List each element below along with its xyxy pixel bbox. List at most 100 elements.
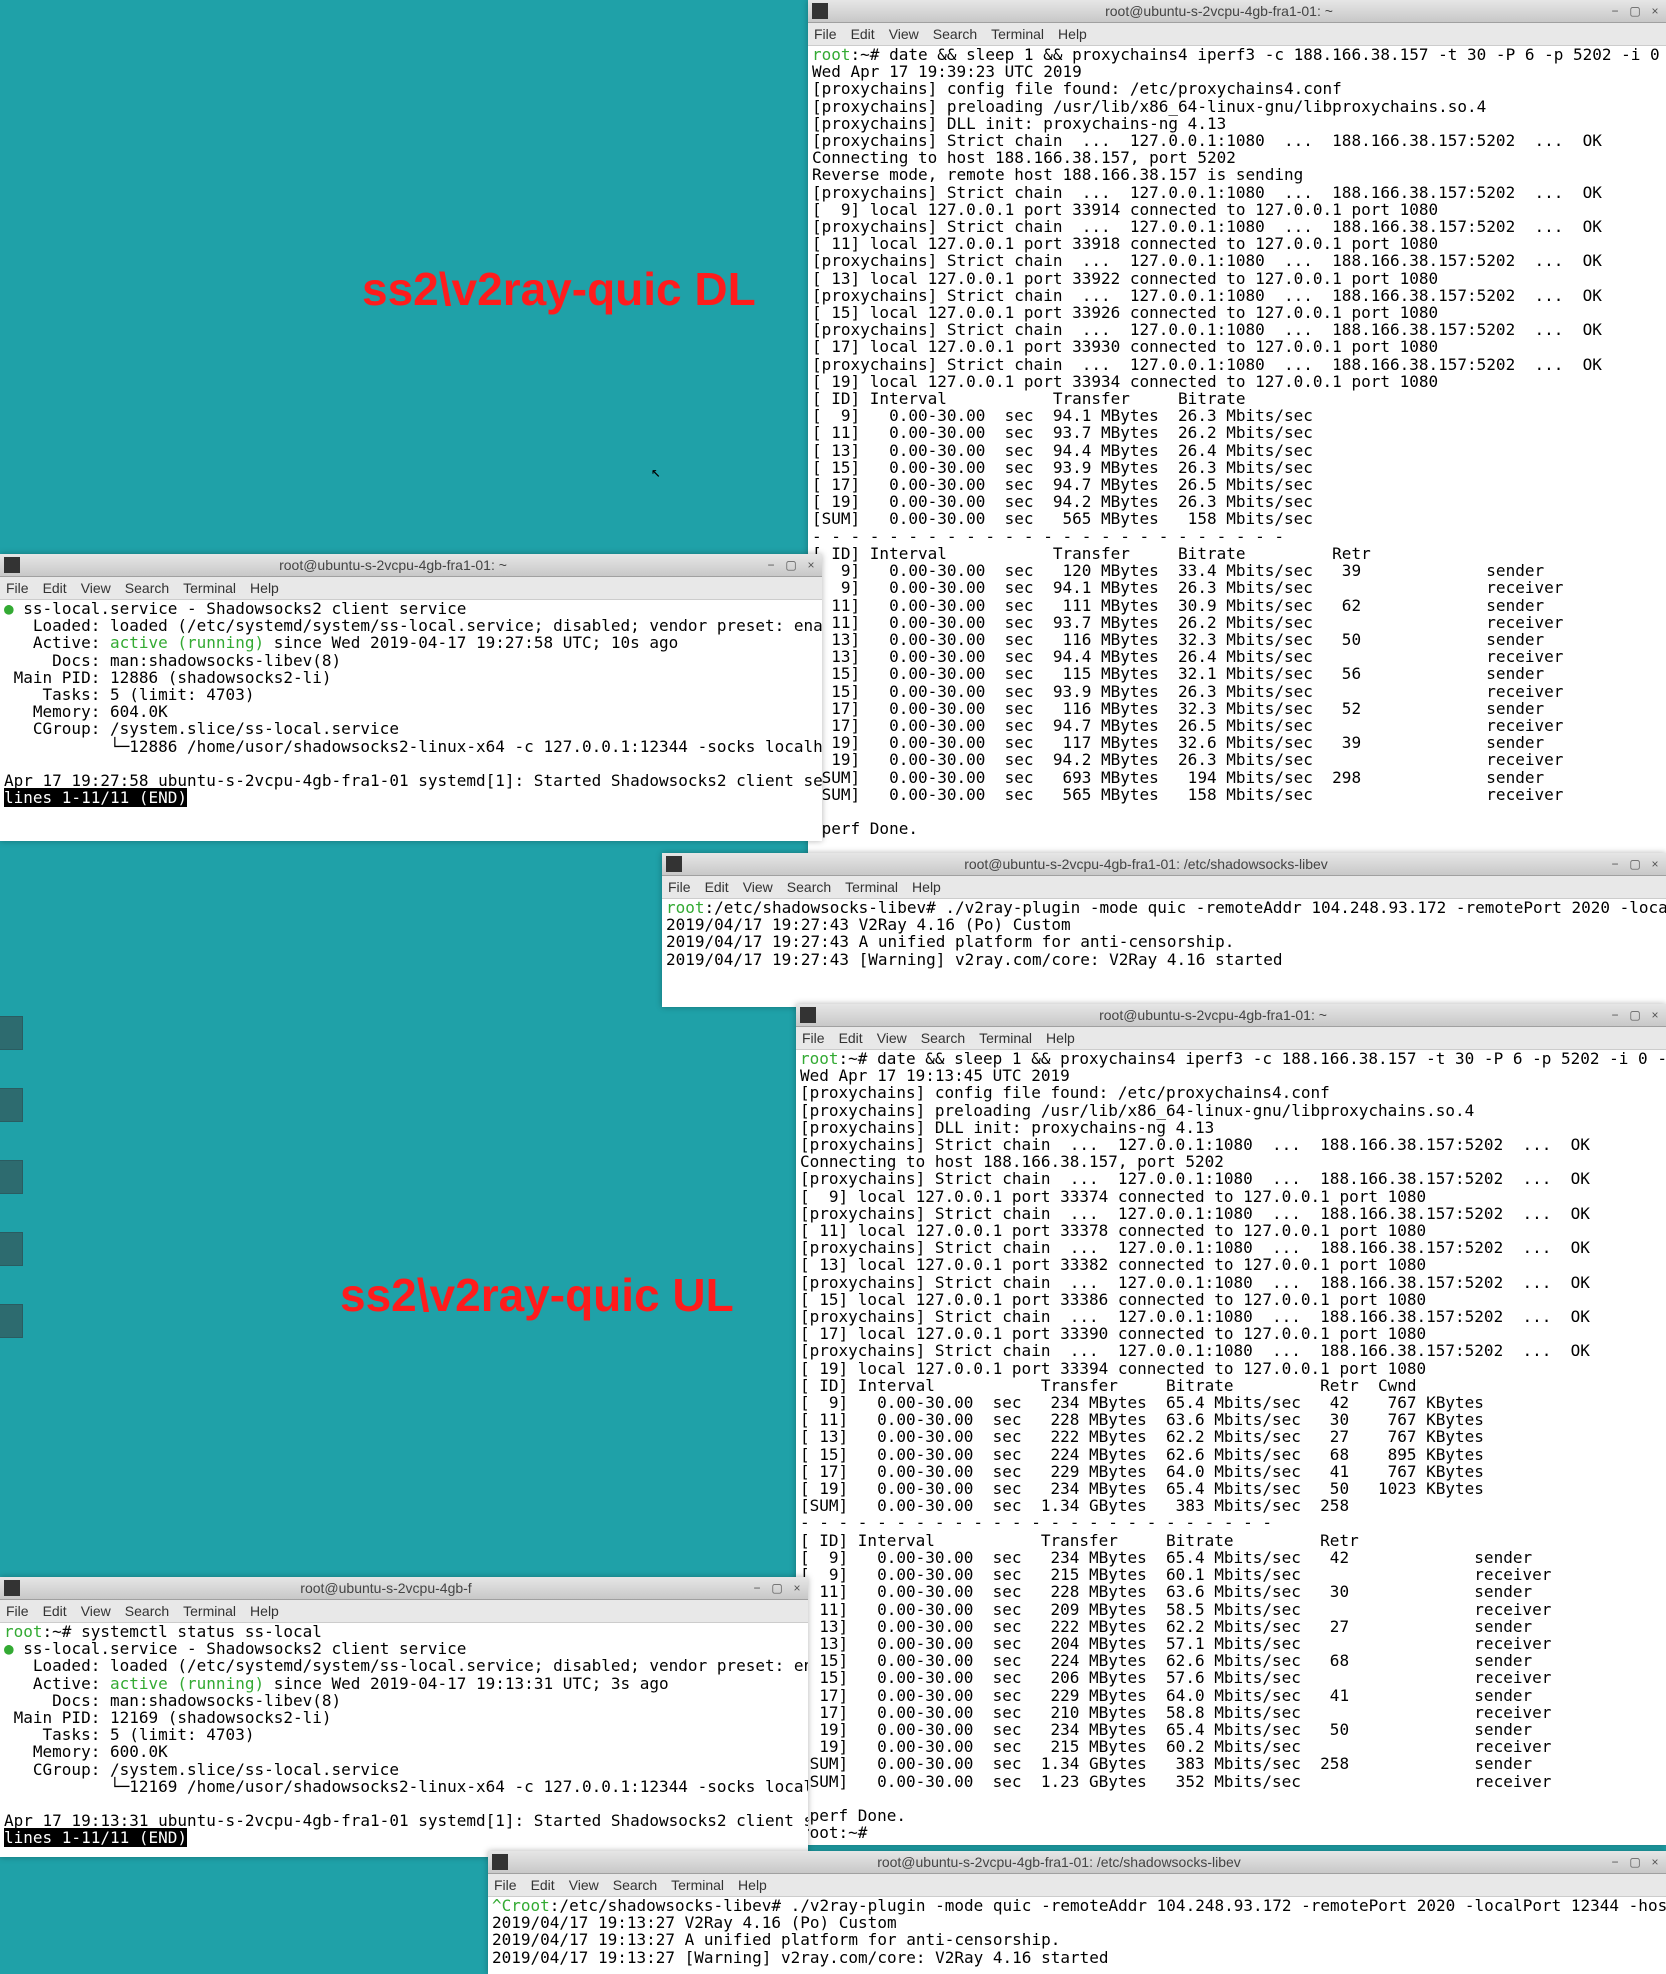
menu-file[interactable]: File [668,879,691,895]
window-title: root@ubuntu-s-2vcpu-4gb-fra1-01: /etc/sh… [512,1854,1606,1870]
menu-view[interactable]: View [889,26,919,42]
desktop-icon[interactable] [0,1016,12,1068]
desktop-icon[interactable] [0,1232,12,1284]
titlebar[interactable]: root@ubuntu-s-2vcpu-4gb-fra1-01: ~ − ▢ × [796,1004,1666,1027]
desktop-icon[interactable] [0,1160,12,1212]
menu-search[interactable]: Search [125,580,169,596]
menu-view[interactable]: View [81,580,111,596]
minimize-button[interactable]: − [1606,856,1624,872]
menu-help[interactable]: Help [912,879,941,895]
menu-help[interactable]: Help [250,580,279,596]
minimize-button[interactable]: − [1606,1854,1624,1870]
menu-terminal[interactable]: Terminal [991,26,1044,42]
menu-view[interactable]: View [743,879,773,895]
menu-edit[interactable]: Edit [43,580,67,596]
menu-file[interactable]: File [6,1603,29,1619]
menu-search[interactable]: Search [787,879,831,895]
terminal-icon [800,1007,816,1023]
terminal-iperf-upload[interactable]: root@ubuntu-s-2vcpu-4gb-fra1-01: ~ − ▢ ×… [796,1004,1666,1845]
titlebar[interactable]: root@ubuntu-s-2vcpu-4gb-fra1-01: /etc/sh… [662,853,1666,876]
menubar: File Edit View Search Terminal Help [488,1874,1666,1897]
menu-terminal[interactable]: Terminal [845,879,898,895]
terminal-systemctl-2[interactable]: root@ubuntu-s-2vcpu-4gb-f − ▢ × File Edi… [0,1577,808,1857]
terminal-output[interactable]: root:~# systemctl status ss-local ● ss-l… [0,1623,808,1857]
maximize-button[interactable]: ▢ [768,1580,786,1596]
menubar: File Edit View Search Terminal Help [662,876,1666,899]
menu-edit[interactable]: Edit [839,1030,863,1046]
terminal-icon [492,1854,508,1870]
titlebar[interactable]: root@ubuntu-s-2vcpu-4gb-fra1-01: ~ − ▢ × [808,0,1666,23]
menu-view[interactable]: View [877,1030,907,1046]
menu-edit[interactable]: Edit [851,26,875,42]
close-button[interactable]: × [788,1580,806,1596]
terminal-output[interactable]: root:/etc/shadowsocks-libev# ./v2ray-plu… [662,899,1666,1007]
desktop-icon[interactable] [0,1088,12,1140]
minimize-button[interactable]: − [762,557,780,573]
menu-help[interactable]: Help [1058,26,1087,42]
overlay-ul-label: ss2\v2ray-quic UL [340,1268,734,1322]
titlebar[interactable]: root@ubuntu-s-2vcpu-4gb-fra1-01: ~ − ▢ × [0,554,822,577]
menu-edit[interactable]: Edit [531,1877,555,1893]
menu-edit[interactable]: Edit [43,1603,67,1619]
terminal-output[interactable]: ● ss-local.service - Shadowsocks2 client… [0,600,822,841]
desktop-icon[interactable] [0,1304,12,1356]
close-button[interactable]: × [1646,1854,1664,1870]
menu-search[interactable]: Search [125,1603,169,1619]
terminal-output[interactable]: root:~# date && sleep 1 && proxychains4 … [796,1050,1666,1845]
maximize-button[interactable]: ▢ [1626,1854,1644,1870]
menu-terminal[interactable]: Terminal [183,580,236,596]
minimize-button[interactable]: − [1606,3,1624,19]
menu-search[interactable]: Search [613,1877,657,1893]
window-title: root@ubuntu-s-2vcpu-4gb-fra1-01: /etc/sh… [686,856,1606,872]
menubar: File Edit View Search Terminal Help [796,1027,1666,1050]
menu-file[interactable]: File [802,1030,825,1046]
terminal-icon [4,557,20,573]
menu-terminal[interactable]: Terminal [979,1030,1032,1046]
menubar: File Edit View Search Terminal Help [0,1600,808,1623]
menu-search[interactable]: Search [921,1030,965,1046]
titlebar[interactable]: root@ubuntu-s-2vcpu-4gb-fra1-01: /etc/sh… [488,1851,1666,1874]
terminal-output[interactable]: ^Croot:/etc/shadowsocks-libev# ./v2ray-p… [488,1897,1666,1974]
overlay-dl-label: ss2\v2ray-quic DL [362,262,756,316]
maximize-button[interactable]: ▢ [1626,856,1644,872]
window-title: root@ubuntu-s-2vcpu-4gb-fra1-01: ~ [24,557,762,573]
window-title: root@ubuntu-s-2vcpu-4gb-f [24,1580,748,1596]
menu-file[interactable]: File [814,26,837,42]
terminal-output[interactable]: root:~# date && sleep 1 && proxychains4 … [808,46,1666,856]
maximize-button[interactable]: ▢ [782,557,800,573]
close-button[interactable]: × [1646,856,1664,872]
menu-file[interactable]: File [6,580,29,596]
maximize-button[interactable]: ▢ [1626,1007,1644,1023]
menubar: File Edit View Search Terminal Help [808,23,1666,46]
terminal-iperf-download[interactable]: root@ubuntu-s-2vcpu-4gb-fra1-01: ~ − ▢ ×… [808,0,1666,856]
titlebar[interactable]: root@ubuntu-s-2vcpu-4gb-f − ▢ × [0,1577,808,1600]
window-title: root@ubuntu-s-2vcpu-4gb-fra1-01: ~ [832,3,1606,19]
close-button[interactable]: × [802,557,820,573]
mouse-cursor-icon: ↖ [651,462,661,481]
terminal-icon [812,3,828,19]
menu-terminal[interactable]: Terminal [183,1603,236,1619]
close-button[interactable]: × [1646,3,1664,19]
terminal-systemctl-1[interactable]: root@ubuntu-s-2vcpu-4gb-fra1-01: ~ − ▢ ×… [0,554,822,841]
menu-view[interactable]: View [81,1603,111,1619]
menu-help[interactable]: Help [250,1603,279,1619]
maximize-button[interactable]: ▢ [1626,3,1644,19]
terminal-v2ray-1[interactable]: root@ubuntu-s-2vcpu-4gb-fra1-01: /etc/sh… [662,853,1666,1007]
terminal-icon [666,856,682,872]
menu-help[interactable]: Help [738,1877,767,1893]
minimize-button[interactable]: − [1606,1007,1624,1023]
terminal-icon [4,1580,20,1596]
menu-terminal[interactable]: Terminal [671,1877,724,1893]
menu-edit[interactable]: Edit [705,879,729,895]
menu-help[interactable]: Help [1046,1030,1075,1046]
close-button[interactable]: × [1646,1007,1664,1023]
pager-status: lines 1-11/11 (END) [4,788,187,807]
minimize-button[interactable]: − [748,1580,766,1596]
menu-view[interactable]: View [569,1877,599,1893]
menu-file[interactable]: File [494,1877,517,1893]
window-title: root@ubuntu-s-2vcpu-4gb-fra1-01: ~ [820,1007,1606,1023]
terminal-v2ray-2[interactable]: root@ubuntu-s-2vcpu-4gb-fra1-01: /etc/sh… [488,1851,1666,1974]
menubar: File Edit View Search Terminal Help [0,577,822,600]
menu-search[interactable]: Search [933,26,977,42]
pager-status: lines 1-11/11 (END) [4,1828,187,1847]
